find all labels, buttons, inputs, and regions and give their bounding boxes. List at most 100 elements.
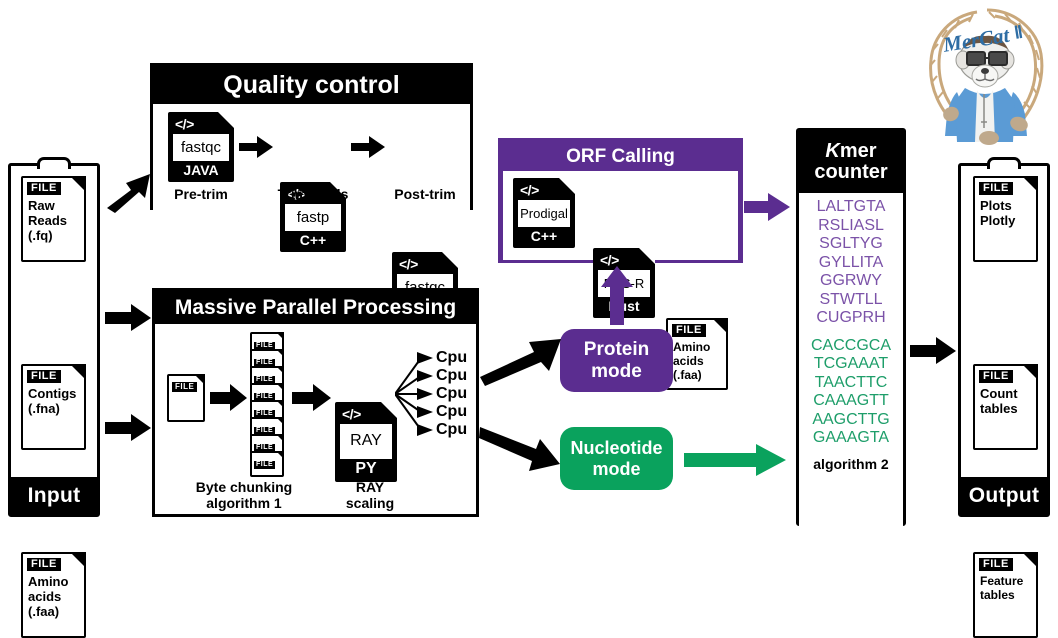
input-file-amino-acids: FILE Amino acids (.faa) xyxy=(21,552,86,638)
qc-step-2-label: Trim reads xyxy=(277,186,349,202)
output-file-feature-tables: FILE Feature tables xyxy=(973,552,1038,638)
orf-card-prodigal: </> Prodigal C++ xyxy=(513,178,575,248)
file-line: (.fq) xyxy=(28,227,53,243)
mpp-right-caption: RAY scaling xyxy=(330,479,410,511)
cpu-label: Cpu xyxy=(436,367,468,384)
quality-control-title: Quality control xyxy=(153,66,470,104)
caption-line: scaling xyxy=(345,495,395,512)
file-line: (.faa) xyxy=(673,367,702,382)
kmer-sequence: SGLTYG xyxy=(819,235,883,252)
page-fold-icon xyxy=(276,366,284,374)
kmer-sequence: GAAAGTA xyxy=(812,429,890,446)
mpp-source-file: FILE xyxy=(167,374,205,422)
kmer-title-italic: K xyxy=(825,140,840,162)
orf-calling-box: ORF Calling </> Prodigal C++ </> FGS-R R… xyxy=(498,138,743,390)
input-panel-footer: Input xyxy=(11,477,97,514)
nucleotide-mode-label-line: Nucleotide xyxy=(570,438,663,459)
arrow-protein-to-orf xyxy=(601,266,633,325)
qc-arrow-1 xyxy=(239,136,273,158)
kmer-sequence: CUGPRH xyxy=(816,309,886,326)
file-line: Plotly xyxy=(980,212,1016,228)
arrow-input-to-mpp-2 xyxy=(105,414,151,441)
page-fold-icon xyxy=(194,374,205,385)
file-line: tables xyxy=(980,400,1018,416)
file-label: Feature tables xyxy=(980,574,1036,603)
kmer-sequence: GGRWY xyxy=(820,272,882,289)
qc-step-1-label: Pre-trim xyxy=(174,186,228,202)
page-fold-icon xyxy=(559,178,575,194)
qc-arrow-2 xyxy=(351,136,385,158)
file-line: Raw xyxy=(28,198,55,213)
page-fold-icon xyxy=(70,364,86,380)
tool-name: RAY xyxy=(340,424,392,459)
page-fold-icon xyxy=(276,383,284,391)
language-label: PY xyxy=(355,460,377,477)
protein-mode-label-line: Protein xyxy=(583,339,650,361)
file-line: tables xyxy=(980,587,1015,602)
kmer-sequence: AAGCTTG xyxy=(812,410,890,428)
svg-text:Ⅱ: Ⅱ xyxy=(1013,23,1024,43)
file-tag: FILE xyxy=(979,558,1013,571)
file-tag: FILE xyxy=(979,182,1013,195)
kmer-counter-title: Kmer counter xyxy=(799,131,903,193)
input-file-contigs: FILE Contigs (.fna) xyxy=(21,364,86,450)
mpp-left-caption: Byte chunking algorithm 1 xyxy=(169,479,319,511)
file-label: Count tables xyxy=(980,386,1036,417)
file-tag: FILE xyxy=(672,324,706,337)
panel-handle xyxy=(987,157,1021,169)
page-fold-icon xyxy=(70,176,86,192)
file-line: Feature xyxy=(980,574,1024,588)
language-label: C++ xyxy=(299,232,327,248)
arrow-nucleotide-to-kmer xyxy=(684,444,786,476)
file-line: acids xyxy=(28,588,62,604)
language-label: JAVA xyxy=(183,162,219,178)
kmer-sequence: STWTLL xyxy=(819,290,883,308)
tool-name: fastqc xyxy=(173,134,229,161)
mpp-ray-card: </> RAY PY xyxy=(335,402,397,482)
page-fold-icon xyxy=(1022,176,1038,192)
kmer-sequence: CACCGCA xyxy=(810,336,891,354)
page-fold-icon xyxy=(70,552,86,568)
protein-mode-button[interactable]: Protein mode xyxy=(560,329,673,392)
mercat2-logo: MerCat Ⅱ xyxy=(915,2,1055,152)
protein-kmer-list: LALTGTA RSLIASL SGLTYG GYLLITA GGRWY STW… xyxy=(799,198,903,328)
kmer-sequence: TCGAAAT xyxy=(813,355,889,372)
qc-step-3-label: Post-trim xyxy=(394,186,456,202)
file-tag: FILE xyxy=(27,182,61,195)
arrow-kmer-to-output xyxy=(910,337,956,364)
input-panel: FILE Raw Reads (.fq) FILE Contigs (.fna)… xyxy=(8,157,100,638)
kmer-title-rest: mer xyxy=(839,140,877,162)
kmer-sequence: CAAAGTT xyxy=(813,392,889,409)
nucleotide-kmer-list: CACCGCA TCGAAAT TAACTTC CAAAGTT AAGCTTG … xyxy=(799,337,903,448)
cpu-label: Cpu xyxy=(436,421,468,438)
file-label: Plots Plotly xyxy=(980,198,1036,229)
quality-control-box: Quality control </> fastqc JAVA Pre-trim… xyxy=(150,63,473,322)
language-label: C++ xyxy=(530,228,558,244)
file-line: Contigs xyxy=(28,386,77,401)
kmer-sequence: TAACTTC xyxy=(814,373,888,391)
mpp-arrow-to-chunks xyxy=(210,384,247,411)
kmer-algorithm-label: algorithm 2 xyxy=(813,455,889,472)
mpp-chunk-stack: FILE FILE FILE FILE FILE FILE FILE FILE xyxy=(250,332,290,477)
kmer-sequence: RSLIASL xyxy=(818,216,884,234)
page-fold-icon xyxy=(276,451,284,459)
page-fold-icon xyxy=(276,417,284,425)
arrow-input-to-mpp-1 xyxy=(105,304,151,331)
page-fold-icon xyxy=(1022,552,1038,568)
cpu-label: Cpu xyxy=(436,349,468,366)
mpp-title: Massive Parallel Processing xyxy=(155,291,476,324)
massive-parallel-processing-box: Massive Parallel Processing FILE FILE FI… xyxy=(152,288,479,517)
orf-calling-title: ORF Calling xyxy=(503,143,738,171)
arrow-input-to-qc xyxy=(107,174,150,213)
output-file-plots: FILE Plots Plotly xyxy=(973,176,1038,262)
cpu-label: Cpu xyxy=(436,385,468,402)
cpu-label: Cpu xyxy=(436,403,468,420)
caption-line: algorithm 1 xyxy=(206,495,282,512)
mpp-arrow-to-ray xyxy=(292,384,331,411)
page-fold-icon xyxy=(712,318,728,334)
file-tag: FILE xyxy=(979,370,1013,383)
file-label: Contigs (.fna) xyxy=(28,386,84,417)
caption-line: Byte chunking xyxy=(195,479,293,495)
file-line: Plots xyxy=(980,198,1012,213)
nucleotide-mode-button[interactable]: Nucleotide mode xyxy=(560,427,673,490)
